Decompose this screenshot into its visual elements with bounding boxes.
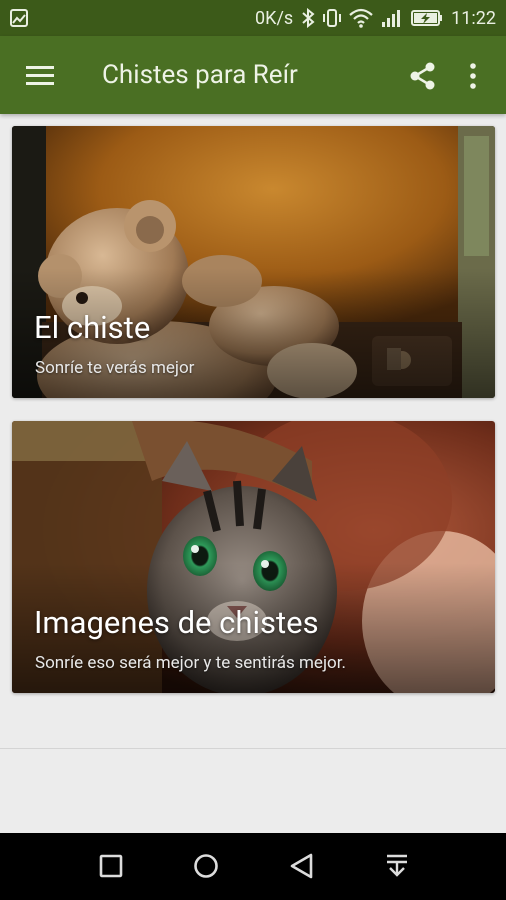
card-imagenes-de-chistes[interactable]: Imagenes de chistes Sonríe eso será mejo…	[12, 421, 495, 693]
menu-icon[interactable]	[26, 65, 54, 87]
status-icons: 0K/s 11:22	[255, 0, 496, 36]
share-icon[interactable]	[408, 61, 438, 95]
image-icon	[10, 9, 28, 31]
clock: 11:22	[451, 7, 496, 29]
recents-square-icon[interactable]	[99, 853, 123, 883]
navigation-bar	[0, 833, 506, 900]
home-circle-icon[interactable]	[193, 853, 219, 883]
card-title: El chiste	[34, 309, 151, 346]
wifi-icon	[349, 8, 373, 28]
card-subtitle: Sonríe te verás mejor	[35, 358, 195, 378]
back-triangle-icon[interactable]	[289, 853, 315, 883]
app-bar: Chistes para Reír	[0, 36, 506, 114]
bluetooth-icon	[301, 8, 315, 28]
divider	[0, 748, 506, 749]
signal-icon	[381, 8, 403, 28]
card-el-chiste[interactable]: El chiste Sonríe te verás mejor	[12, 126, 495, 398]
notification-pull-icon[interactable]	[385, 853, 409, 883]
network-speed: 0K/s	[255, 7, 294, 29]
card-title: Imagenes de chistes	[34, 604, 319, 641]
app-title: Chistes para Reír	[102, 60, 298, 90]
battery-charging-icon	[411, 9, 443, 27]
card-subtitle: Sonríe eso será mejor y te sentirás mejo…	[35, 653, 346, 673]
more-vert-icon[interactable]	[468, 63, 478, 93]
status-bar: 0K/s 11:22	[0, 0, 506, 36]
vibrate-icon	[323, 8, 342, 28]
